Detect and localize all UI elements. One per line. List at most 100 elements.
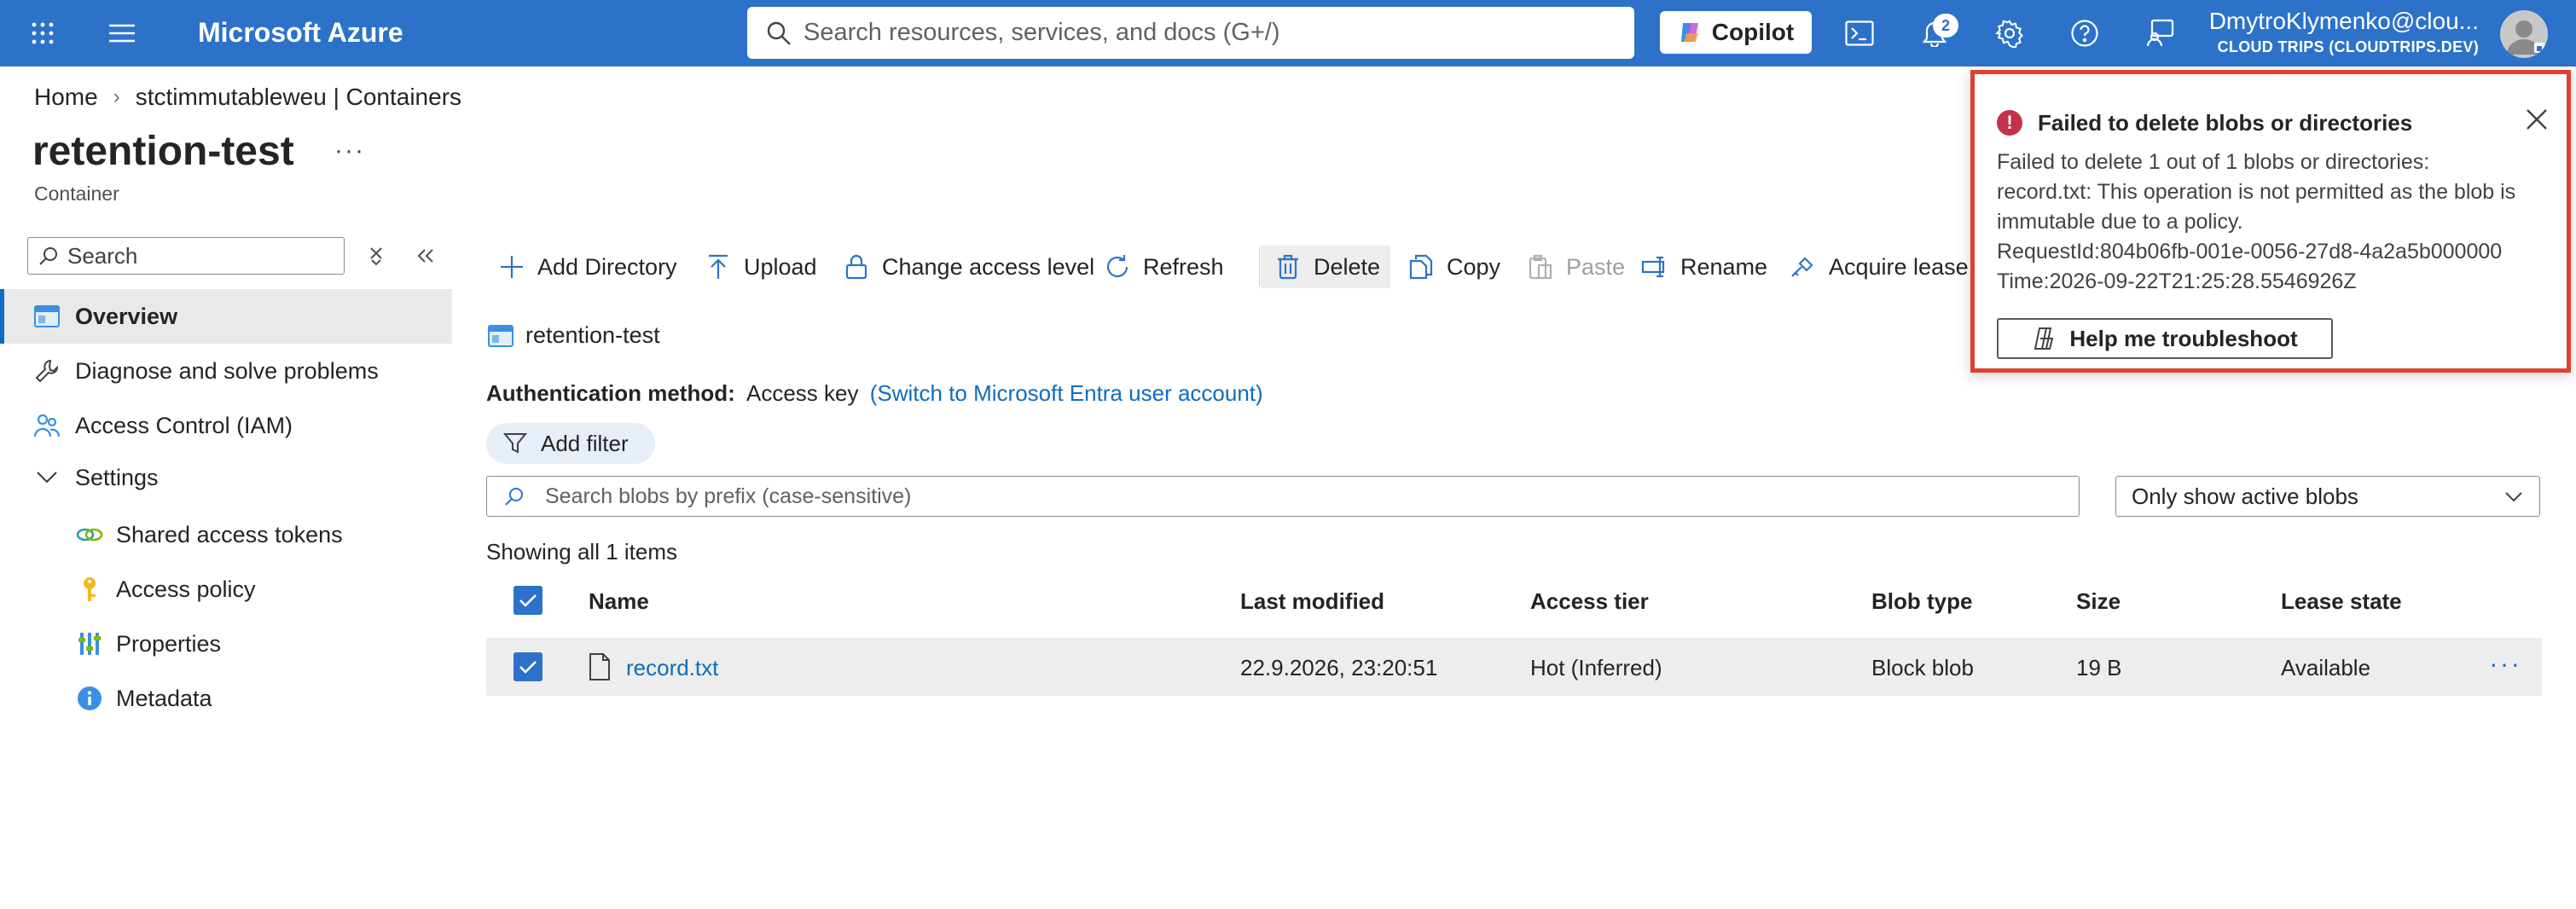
- sidebar-item-iam[interactable]: Access Control (IAM): [0, 398, 452, 453]
- lease-icon: [1790, 253, 1817, 281]
- paste-label: Paste: [1566, 253, 1626, 280]
- sidebar-item-access-policy[interactable]: Access policy: [0, 562, 452, 617]
- sidebar-search-input[interactable]: Search: [27, 237, 345, 275]
- notification-line: record.txt: This operation is not permit…: [1997, 180, 2516, 204]
- refresh-label: Refresh: [1143, 253, 1224, 280]
- blob-access-tier: Hot (Inferred): [1530, 655, 1662, 680]
- upload-button[interactable]: Upload: [705, 246, 817, 288]
- notification-time: Time:2026-09-22T21:25:28.5546926Z: [1997, 269, 2357, 293]
- column-header-last-modified[interactable]: Last modified: [1240, 588, 1384, 615]
- sidebar-item-label: Properties: [116, 630, 222, 657]
- help-button-label: Help me troubleshoot: [2069, 325, 2298, 351]
- feedback-icon[interactable]: [2143, 16, 2177, 50]
- auth-method-label: Authentication method:: [486, 380, 735, 406]
- apps-grid-icon[interactable]: [26, 16, 60, 50]
- sidebar-item-label: Metadata: [116, 685, 212, 711]
- container-path-label[interactable]: retention-test: [525, 322, 660, 349]
- global-search-input[interactable]: Search resources, services, and docs (G+…: [747, 7, 1634, 59]
- user-directory[interactable]: CLOUD TRIPS (CLOUDTRIPS.DEV): [2218, 38, 2479, 56]
- sidebar-item-label: Shared access tokens: [116, 521, 343, 547]
- refresh-button[interactable]: Refresh: [1104, 246, 1224, 288]
- column-header-blob-type[interactable]: Blob type: [1871, 588, 1972, 615]
- copy-button[interactable]: Copy: [1407, 246, 1500, 288]
- add-directory-button[interactable]: Add Directory: [498, 246, 677, 288]
- acquire-lease-label: Acquire lease: [1829, 253, 1969, 280]
- lock-icon: [843, 253, 870, 281]
- error-icon: !: [1997, 110, 2022, 136]
- sidebar-item-diagnose[interactable]: Diagnose and solve problems: [0, 344, 452, 398]
- column-header-size[interactable]: Size: [2076, 588, 2121, 615]
- sidebar-item-metadata[interactable]: Metadata: [0, 671, 452, 726]
- sidebar-item-properties[interactable]: Properties: [0, 617, 452, 671]
- notification-line: immutable due to a policy.: [1997, 210, 2243, 234]
- paste-icon: [1527, 253, 1554, 281]
- upload-icon: [705, 253, 732, 281]
- upload-label: Upload: [744, 253, 817, 280]
- row-more-icon[interactable]: ···: [2489, 648, 2521, 680]
- notification-badge: 2: [1933, 14, 1958, 38]
- help-icon[interactable]: [2068, 16, 2102, 50]
- sidebar-item-label: Access Control (IAM): [75, 412, 293, 438]
- avatar-icon[interactable]: [2500, 10, 2548, 58]
- rename-button[interactable]: Rename: [1641, 246, 1767, 288]
- sidebar-item-settings[interactable]: Settings: [0, 450, 452, 505]
- hamburger-menu-icon[interactable]: [105, 16, 139, 50]
- delete-button[interactable]: Delete: [1261, 246, 1390, 288]
- blob-filter-dropdown[interactable]: Only show active blobs: [2115, 476, 2540, 517]
- breadcrumb: Home › stctimmutableweu | Containers: [34, 84, 461, 111]
- overview-icon: [32, 302, 61, 331]
- copy-label: Copy: [1447, 253, 1501, 280]
- cloud-shell-icon[interactable]: [1842, 16, 1877, 50]
- blob-search-input[interactable]: Search blobs by prefix (case-sensitive): [486, 476, 2080, 517]
- copy-icon: [1407, 253, 1435, 281]
- user-name[interactable]: DmytroKlymenko@clou...: [2209, 8, 2479, 35]
- acquire-lease-button[interactable]: Acquire lease: [1790, 246, 1969, 288]
- sidebar-item-overview[interactable]: Overview: [0, 289, 452, 344]
- copilot-icon: [2032, 326, 2057, 351]
- items-count: Showing all 1 items: [486, 539, 677, 565]
- table-row[interactable]: record.txt 22.9.2026, 23:20:51 Hot (Infe…: [486, 638, 2542, 696]
- notification-body: Failed to delete 1 out of 1 blobs or dir…: [1997, 148, 2551, 297]
- column-header-access-tier[interactable]: Access tier: [1530, 588, 1649, 615]
- column-header-name[interactable]: Name: [589, 588, 649, 615]
- row-checkbox[interactable]: [513, 652, 542, 681]
- sidebar-item-label: Overview: [75, 303, 178, 329]
- add-filter-label: Add filter: [541, 430, 629, 456]
- sidebar-item-shared-access-tokens[interactable]: Shared access tokens: [0, 507, 452, 562]
- notification-request-id: RequestId:804b06fb-001e-0056-27d8-4a2a5b…: [1997, 240, 2503, 263]
- clear-search-icon[interactable]: [363, 243, 389, 269]
- chevron-down-icon: [32, 463, 61, 492]
- rename-label: Rename: [1680, 253, 1768, 280]
- container-icon: [488, 324, 513, 347]
- collapse-sidebar-icon[interactable]: [413, 243, 438, 269]
- breadcrumb-home[interactable]: Home: [34, 84, 98, 111]
- blob-lease-state: Available: [2281, 655, 2371, 680]
- switch-auth-link[interactable]: (Switch to Microsoft Entra user account): [870, 380, 1263, 406]
- add-directory-label: Add Directory: [537, 253, 677, 280]
- blob-type: Block blob: [1871, 655, 1974, 680]
- breadcrumb-containers[interactable]: stctimmutableweu | Containers: [136, 84, 461, 111]
- file-icon: [589, 652, 611, 681]
- breadcrumb-separator-icon: ›: [113, 85, 120, 108]
- select-all-checkbox[interactable]: [513, 586, 542, 615]
- paste-button[interactable]: Paste: [1527, 246, 1625, 288]
- gear-icon[interactable]: [1993, 16, 2027, 50]
- more-options-icon[interactable]: ···: [334, 136, 365, 165]
- change-access-level-button[interactable]: Change access level: [843, 246, 1094, 288]
- column-header-lease-state[interactable]: Lease state: [2281, 588, 2402, 615]
- brand-title[interactable]: Microsoft Azure: [198, 17, 403, 49]
- help-me-troubleshoot-button[interactable]: Help me troubleshoot: [1997, 318, 2333, 359]
- table-header: Name Last modified Access tier Blob type…: [486, 576, 2542, 624]
- add-filter-button[interactable]: Add filter: [486, 423, 655, 464]
- page-subtitle: Container: [34, 182, 119, 205]
- properties-icon: [75, 629, 104, 658]
- blob-size: 19 B: [2076, 655, 2122, 680]
- page-title: retention-test: [32, 129, 294, 174]
- blob-name-link[interactable]: record.txt: [626, 655, 718, 681]
- key-icon: [75, 575, 104, 604]
- container-path: retention-test: [488, 322, 660, 349]
- auth-method-value: Access key: [746, 380, 859, 406]
- copilot-button[interactable]: Copilot: [1660, 11, 1812, 54]
- search-icon: [38, 246, 59, 266]
- close-icon[interactable]: [2522, 105, 2551, 134]
